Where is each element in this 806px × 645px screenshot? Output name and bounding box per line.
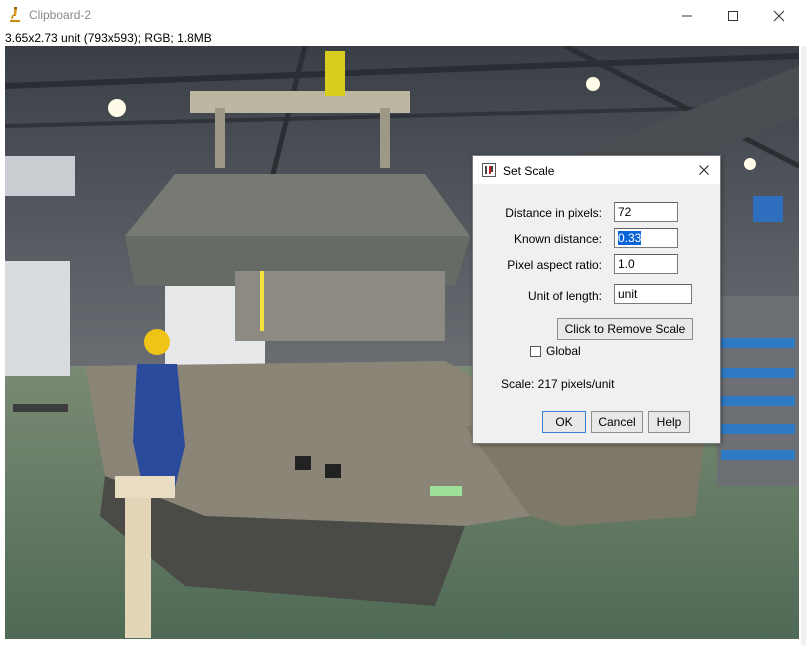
- known-distance-label: Known distance:: [513, 232, 602, 246]
- set-scale-dialog[interactable]: Set Scale Distance in pixels: 72 Known d…: [472, 155, 721, 444]
- global-label: Global: [546, 344, 581, 358]
- dialog-titlebar[interactable]: Set Scale: [473, 156, 720, 184]
- minimize-icon: [682, 15, 692, 17]
- maximize-icon: [728, 11, 738, 21]
- close-icon: [773, 10, 785, 22]
- cancel-button[interactable]: Cancel: [591, 411, 643, 433]
- close-button[interactable]: [756, 0, 802, 31]
- aspect-ratio-field[interactable]: 1.0: [614, 254, 678, 274]
- window-title: Clipboard-2: [29, 8, 92, 22]
- ok-button[interactable]: OK: [542, 411, 586, 433]
- global-checkbox[interactable]: [530, 346, 541, 357]
- distance-field[interactable]: 72: [614, 202, 678, 222]
- scale-readout: Scale: 217 pixels/unit: [501, 377, 615, 391]
- dialog-close-button[interactable]: [693, 160, 715, 180]
- help-button[interactable]: Help: [648, 411, 690, 433]
- unit-label: Unit of length:: [527, 289, 602, 303]
- remove-scale-button[interactable]: Click to Remove Scale: [557, 318, 693, 340]
- known-distance-field[interactable]: 0.33: [614, 228, 678, 248]
- unit-field[interactable]: unit: [614, 284, 692, 304]
- microscope-icon: [8, 7, 22, 23]
- imagej-icon: [482, 163, 496, 177]
- minimize-button[interactable]: [664, 0, 710, 31]
- image-info: 3.65x2.73 unit (793x593); RGB; 1.8MB: [5, 31, 212, 45]
- aspect-ratio-label: Pixel aspect ratio:: [507, 258, 602, 272]
- window-titlebar[interactable]: Clipboard-2: [0, 0, 806, 31]
- close-icon: [699, 165, 709, 175]
- distance-label: Distance in pixels:: [505, 206, 602, 220]
- maximize-button[interactable]: [710, 0, 756, 31]
- dialog-title: Set Scale: [503, 164, 555, 178]
- window-edge: [801, 46, 806, 645]
